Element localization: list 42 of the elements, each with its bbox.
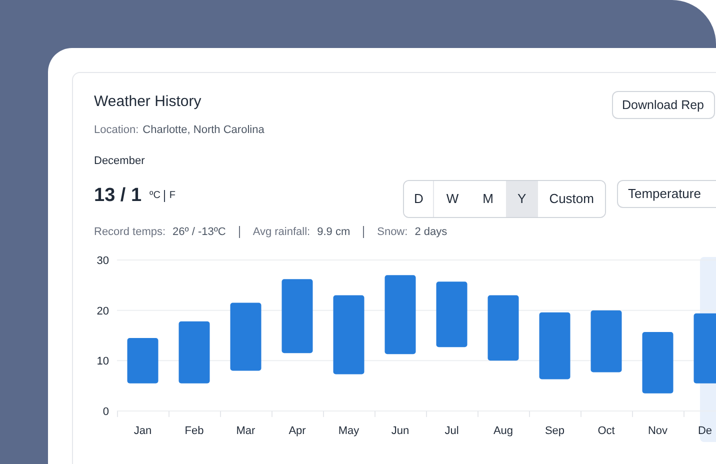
x-axis-label: Nov xyxy=(648,425,668,437)
x-axis-label: Feb xyxy=(184,425,204,437)
temperature-value: 13 / 1 xyxy=(94,184,142,208)
x-axis-label: May xyxy=(338,425,360,437)
temperature-range-bar xyxy=(178,321,210,384)
card-title: Weather History xyxy=(94,92,202,112)
unit-toggle[interactable]: F xyxy=(169,188,176,203)
stat-value: 2 days xyxy=(414,225,448,240)
temperature-range-bar xyxy=(230,302,262,371)
y-axis-label: 30 xyxy=(96,255,109,267)
download-report-button[interactable]: Download Rep xyxy=(612,91,715,119)
range-tab[interactable]: D xyxy=(404,181,434,217)
temperature-range-bar xyxy=(488,295,519,361)
y-axis-label: 10 xyxy=(96,356,109,368)
x-axis-label: Jul xyxy=(444,425,459,437)
temperature-range-bar xyxy=(539,312,570,380)
location-value: Charlotte, North Carolina xyxy=(142,123,264,138)
temperature-range-bar xyxy=(590,310,622,372)
x-axis-label: Oct xyxy=(598,425,615,437)
y-axis-label: 20 xyxy=(96,305,109,318)
x-axis-label: Sep xyxy=(544,425,565,437)
temperature-range-bar xyxy=(694,313,716,384)
temperature-range-bar xyxy=(127,338,158,384)
range-tab[interactable]: Y xyxy=(506,181,538,217)
unit-toggle[interactable]: ºC xyxy=(150,188,160,203)
x-axis-label: Jan xyxy=(134,425,152,437)
metric-dropdown-button[interactable]: Temperature xyxy=(616,180,716,208)
month-label: December xyxy=(94,154,146,169)
x-axis-label: Aug xyxy=(493,425,514,437)
x-axis-label: Mar xyxy=(236,425,256,437)
x-axis-label: De xyxy=(698,425,712,437)
x-axis-label: Jun xyxy=(391,425,410,437)
stat-value: 9.9 cm xyxy=(317,225,350,240)
temperature-range-bar xyxy=(436,282,468,348)
y-axis-label: 0 xyxy=(102,406,109,418)
stat-label: Record temps: xyxy=(94,225,166,240)
location-label: Location: xyxy=(94,123,139,138)
stat-label: Snow: xyxy=(377,225,408,240)
stat-label: Avg rainfall: xyxy=(252,225,310,240)
stat-value: 26º / -13ºC xyxy=(172,225,226,240)
x-axis-label: Apr xyxy=(288,425,306,437)
temperature-range-bar xyxy=(642,332,674,394)
